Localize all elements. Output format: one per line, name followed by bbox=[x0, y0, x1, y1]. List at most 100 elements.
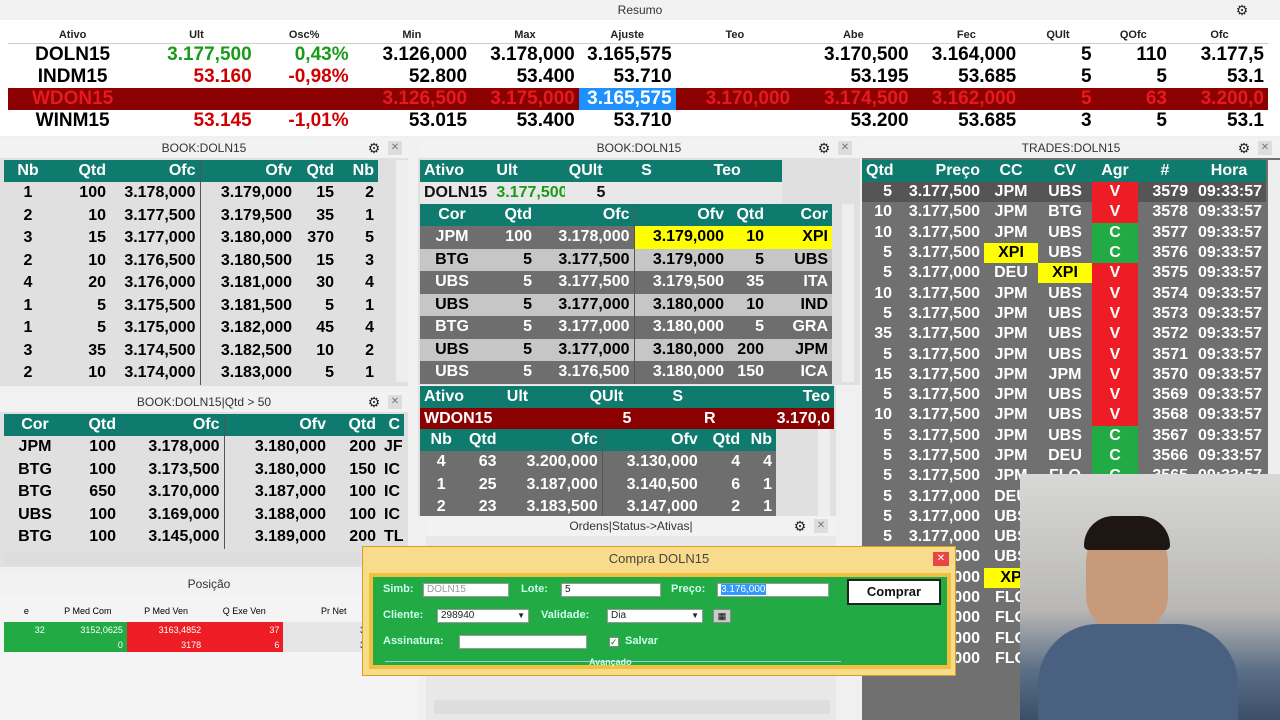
book1-row[interactable]: 2 10 3.177,500 3.179,500 35 1 bbox=[4, 204, 378, 227]
trades-row[interactable]: 5 3.177,500 JPM UBS V 3571 09:33:57 bbox=[862, 344, 1266, 365]
trades-col-header[interactable]: CV bbox=[1038, 160, 1092, 182]
book2-col-header[interactable]: C bbox=[380, 414, 404, 436]
preco-field[interactable]: 3.176,000 bbox=[717, 583, 829, 597]
book3-row[interactable]: UBS 5 3.176,500 3.180,000 150 ICA bbox=[420, 361, 832, 384]
trades-row[interactable]: 10 3.177,500 JPM UBS C 3577 09:33:57 bbox=[862, 222, 1266, 243]
book4-col-header[interactable]: Nb bbox=[420, 429, 463, 451]
resumo-col-header[interactable]: Teo bbox=[675, 27, 795, 44]
book4-row[interactable]: 4 63 3.200,000 3.130,000 4 4 bbox=[420, 451, 776, 474]
book1-row[interactable]: 4 20 3.176,000 3.181,000 30 4 bbox=[4, 272, 378, 295]
close-icon[interactable]: ✕ bbox=[933, 552, 949, 566]
book4-head-cell[interactable]: Teo bbox=[751, 386, 834, 408]
gear-icon[interactable]: ⚙ bbox=[1236, 140, 1252, 156]
book4-scrollbar[interactable] bbox=[818, 429, 830, 516]
trades-col-header[interactable]: Agr bbox=[1092, 160, 1138, 182]
book1-row[interactable]: 2 10 3.174,000 3.183,000 5 1 bbox=[4, 362, 378, 385]
book3-row[interactable]: UBS 5 3.177,000 3.180,000 200 JPM bbox=[420, 338, 832, 361]
assinatura-field[interactable] bbox=[459, 635, 587, 649]
ordens-hscrollbar[interactable] bbox=[434, 700, 830, 714]
trades-row[interactable]: 10 3.177,500 JPM BTG V 3578 09:33:57 bbox=[862, 202, 1266, 223]
gear-icon[interactable]: ⚙ bbox=[816, 140, 832, 156]
book4-row[interactable]: 2 23 3.183,500 3.147,000 2 1 bbox=[420, 496, 776, 516]
book1-col-header[interactable]: Ofv bbox=[200, 160, 296, 182]
trades-row[interactable]: 10 3.177,500 JPM UBS V 3574 09:33:57 bbox=[862, 283, 1266, 304]
trades-row[interactable]: 5 3.177,500 JPM UBS V 3579 09:33:57 bbox=[862, 182, 1266, 203]
book4-head-cell[interactable]: Ativo bbox=[420, 386, 503, 408]
book1-row[interactable]: 3 15 3.177,000 3.180,000 370 5 bbox=[4, 227, 378, 250]
book1-row[interactable]: 1 5 3.175,500 3.181,500 5 1 bbox=[4, 294, 378, 317]
cliente-select[interactable]: 298940 ▼ bbox=[437, 609, 529, 623]
book3-col-header[interactable]: Ofc bbox=[536, 204, 635, 226]
trades-row[interactable]: 5 3.177,500 JPM DEU C 3566 09:33:57 bbox=[862, 445, 1266, 467]
book3-row[interactable]: BTG 5 3.177,500 3.179,000 5 UBS bbox=[420, 248, 832, 271]
book3-head-cell[interactable]: QUlt bbox=[564, 160, 638, 182]
trades-col-header[interactable]: Preço bbox=[896, 160, 984, 182]
book1-col-header[interactable]: Qtd bbox=[52, 160, 110, 182]
book3-head-cell[interactable]: Teo bbox=[709, 160, 782, 182]
book4-col-header[interactable]: Ofv bbox=[602, 429, 702, 451]
posicao-row[interactable]: 323152,06253163,4852373146 bbox=[4, 622, 384, 637]
resumo-row[interactable]: WDON15 3.126,500 3.175,000 3.165,575 3.170,0… bbox=[8, 87, 1268, 110]
book1-row[interactable]: 3 35 3.174,500 3.182,500 10 2 bbox=[4, 339, 378, 362]
book3-scrollbar[interactable] bbox=[842, 204, 854, 382]
close-icon[interactable]: ✕ bbox=[388, 395, 402, 409]
book1-col-header[interactable]: Ofc bbox=[110, 160, 201, 182]
resumo-col-header[interactable]: Ofc bbox=[1171, 27, 1268, 44]
book3-col-header[interactable]: Qtd bbox=[484, 204, 536, 226]
posicao-col-header[interactable]: Q Exe Ven bbox=[205, 600, 283, 622]
book2-col-header[interactable]: Ofc bbox=[120, 414, 225, 436]
trades-row[interactable]: 35 3.177,500 JPM UBS V 3572 09:33:57 bbox=[862, 324, 1266, 345]
trades-row[interactable]: 5 3.177,500 JPM UBS C 3567 09:33:57 bbox=[862, 425, 1266, 446]
book2-row[interactable]: BTG 650 3.170,000 3.187,000 100 IC bbox=[4, 481, 404, 504]
book3-col-header[interactable]: Cor bbox=[768, 204, 832, 226]
posicao-col-header[interactable]: e bbox=[4, 600, 49, 622]
simb-field[interactable]: DOLN15 bbox=[423, 583, 509, 597]
book4-col-header[interactable]: Qtd bbox=[462, 429, 501, 451]
book3-head-cell[interactable]: S bbox=[637, 160, 710, 182]
posicao-col-header[interactable]: P Med Com bbox=[49, 600, 127, 622]
posicao-row[interactable]: 0317863174 bbox=[4, 637, 384, 652]
book2-col-header[interactable]: Cor bbox=[4, 414, 66, 436]
calendar-icon[interactable]: ▦ bbox=[713, 609, 731, 623]
resumo-row[interactable]: INDM15 53.160 -0,98% 52.800 53.400 53.710 53.1… bbox=[8, 66, 1268, 88]
resumo-col-header[interactable]: Ativo bbox=[8, 27, 138, 44]
avancado-label[interactable]: Avançado bbox=[589, 657, 632, 667]
book1-col-header[interactable]: Nb bbox=[4, 160, 52, 182]
book3-head-cell[interactable]: Ativo bbox=[420, 160, 493, 182]
resumo-col-header[interactable]: Ajuste bbox=[578, 27, 676, 44]
resumo-col-header[interactable]: Ult bbox=[137, 27, 256, 44]
resumo-row[interactable]: WINM15 53.145 -1,01% 53.015 53.400 53.710 53.2… bbox=[8, 110, 1268, 132]
book4-head-cell[interactable]: Ult bbox=[502, 386, 586, 408]
book2-row[interactable]: BTG 100 3.145,000 3.189,000 200 TL bbox=[4, 526, 404, 549]
validade-select[interactable]: Dia ▼ bbox=[607, 609, 703, 623]
book4-col-header[interactable]: Nb bbox=[744, 429, 776, 451]
book1-col-header[interactable]: Nb bbox=[338, 160, 378, 182]
book2-col-header[interactable]: Qtd bbox=[66, 414, 120, 436]
book4-head-cell[interactable]: S bbox=[668, 386, 752, 408]
close-icon[interactable]: ✕ bbox=[1258, 141, 1272, 155]
resumo-col-header[interactable]: Abe bbox=[794, 27, 913, 44]
close-icon[interactable]: ✕ bbox=[814, 519, 828, 533]
book3-row[interactable]: BTG 5 3.177,000 3.180,000 5 GRA bbox=[420, 316, 832, 339]
book4-head-cell[interactable]: QUlt bbox=[585, 386, 669, 408]
book2-col-header[interactable]: Ofv bbox=[224, 414, 330, 436]
resumo-col-header[interactable]: Min bbox=[352, 27, 472, 44]
trades-row[interactable]: 5 3.177,000 DEU XPI V 3575 09:33:57 bbox=[862, 263, 1266, 284]
book1-row[interactable]: 2 10 3.176,500 3.180,500 15 3 bbox=[4, 249, 378, 272]
book2-hscrollbar[interactable] bbox=[4, 553, 360, 565]
resumo-row[interactable]: DOLN15 3.177,500 0,43% 3.126,000 3.178,000 3.… bbox=[8, 43, 1268, 66]
gear-icon[interactable]: ⚙ bbox=[792, 518, 808, 534]
book1-col-header[interactable]: Qtd bbox=[296, 160, 338, 182]
trades-col-header[interactable]: Qtd bbox=[862, 160, 896, 182]
book3-col-header[interactable]: Ofv bbox=[634, 204, 728, 226]
trades-col-header[interactable]: Hora bbox=[1192, 160, 1266, 182]
lote-field[interactable]: 5 bbox=[561, 583, 661, 597]
book4-row[interactable]: 1 25 3.187,000 3.140,500 6 1 bbox=[420, 473, 776, 496]
trades-row[interactable]: 5 3.177,500 XPI UBS C 3576 09:33:57 bbox=[862, 242, 1266, 264]
resumo-col-header[interactable]: Osc% bbox=[255, 27, 353, 44]
trades-row[interactable]: 15 3.177,500 JPM JPM V 3570 09:33:57 bbox=[862, 364, 1266, 385]
comprar-button[interactable]: Comprar bbox=[847, 579, 941, 605]
book3-col-header[interactable]: Cor bbox=[420, 204, 484, 226]
gear-icon[interactable]: ⚙ bbox=[366, 394, 382, 410]
salvar-checkbox[interactable]: ✓ bbox=[609, 637, 619, 647]
